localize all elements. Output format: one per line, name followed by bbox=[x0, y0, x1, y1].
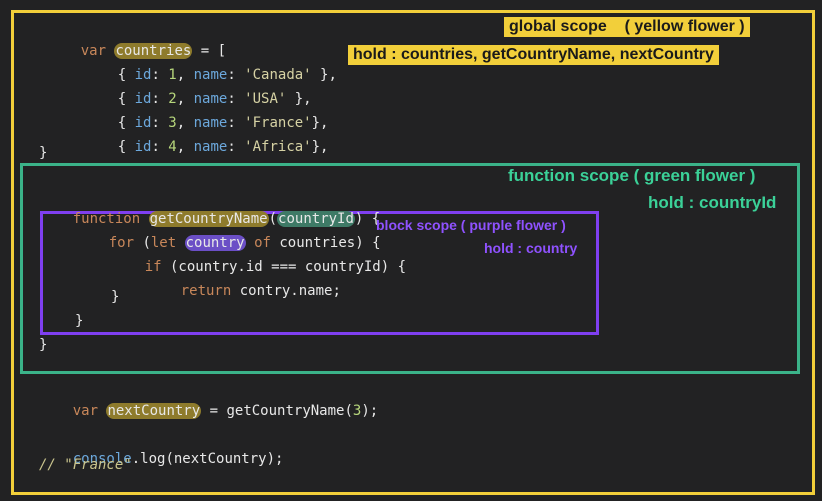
code-text: , bbox=[176, 139, 194, 155]
code-comment: // "France" bbox=[39, 457, 132, 473]
identifier-nextCountry: nextCountry bbox=[106, 403, 202, 419]
code-text: ); bbox=[361, 403, 379, 419]
scope-diagram: var countries = [ { id: 1, name: 'Canada… bbox=[0, 0, 822, 501]
function-scope-title: function scope ( green flower ) bbox=[508, 166, 756, 185]
code-line-close-if: } bbox=[111, 289, 120, 305]
code-text: = getCountryName( bbox=[201, 403, 353, 419]
code-line-for-loop: for (let country of countries) { bbox=[75, 216, 381, 251]
number-literal: 4 bbox=[168, 139, 177, 155]
function-scope-hold: hold : countryId bbox=[648, 193, 777, 212]
code-line-var-countries: var countries = [ bbox=[47, 24, 226, 59]
code-line-var-nextCountry: var nextCountry = getCountryName(3); bbox=[39, 384, 378, 419]
code-line-country-row: { id: 3, name: 'France'}, bbox=[84, 96, 329, 131]
code-text: .log(nextCountry); bbox=[131, 451, 284, 467]
code-text: }, bbox=[311, 67, 337, 83]
code-text: : bbox=[151, 139, 169, 155]
global-scope-title: global scope ( yellow flower ) bbox=[504, 17, 750, 37]
code-line-console-log: console.log(nextCountry); bbox=[39, 432, 284, 467]
code-text: }, bbox=[311, 139, 329, 155]
code-line-return: return contry.name; bbox=[147, 264, 341, 299]
property-name: name bbox=[193, 139, 228, 155]
keyword-return: return bbox=[180, 283, 232, 299]
code-line-country-row: { id: 4, name: 'Africa'}, bbox=[84, 120, 329, 155]
code-text: contry.name; bbox=[231, 283, 341, 299]
string-literal: 'Africa' bbox=[244, 139, 312, 155]
block-scope-title: block scope ( purple flower ) bbox=[376, 217, 566, 233]
code-line-if: if (country.id === countryId) { bbox=[111, 240, 406, 275]
code-line-country-row: { id: 1, name: 'Canada' }, bbox=[84, 48, 337, 83]
code-line-country-row: { id: 2, name: 'USA' }, bbox=[84, 72, 312, 107]
block-scope-hold: hold : country bbox=[484, 240, 578, 256]
code-line-close-for: } bbox=[75, 313, 84, 329]
code-line-function-decl: function getCountryName(countryId) { bbox=[39, 192, 380, 227]
code-text: : bbox=[227, 139, 245, 155]
code-line-close-bracket: } bbox=[39, 145, 48, 161]
code-line-close-function: } bbox=[39, 337, 48, 353]
property-id: id bbox=[134, 139, 152, 155]
code-text: { bbox=[117, 139, 135, 155]
global-scope-hold: hold : countries, getCountryName, nextCo… bbox=[348, 45, 719, 65]
keyword-var: var bbox=[72, 403, 99, 419]
